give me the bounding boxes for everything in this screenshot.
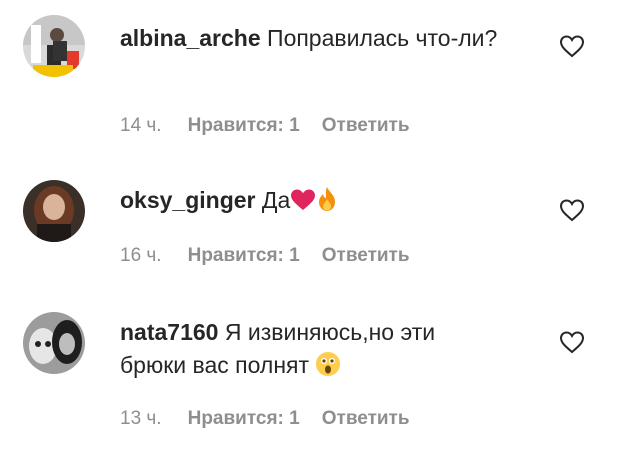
likes-count[interactable]: Нравится: 1 (188, 115, 300, 136)
red-heart-emoji-icon (291, 189, 316, 210)
like-heart-icon[interactable] (559, 330, 585, 354)
comment-body: oksy_ginger Да (120, 184, 540, 217)
comment-body: nata7160 Я извиняюсь,но эти брюки вас по… (120, 316, 490, 382)
reply-button[interactable]: Ответить (322, 408, 410, 429)
comment-time[interactable]: 16 ч. (120, 245, 162, 266)
likes-count[interactable]: Нравится: 1 (188, 245, 300, 266)
avatar-photo-icon (23, 15, 85, 77)
fire-emoji-icon (319, 187, 336, 211)
comment-item: nata7160 Я извиняюсь,но эти брюки вас по… (0, 300, 620, 455)
like-heart-icon[interactable] (559, 198, 585, 222)
avatar-photo-icon (23, 312, 85, 374)
likes-count[interactable]: Нравится: 1 (188, 408, 300, 429)
reply-button[interactable]: Ответить (322, 115, 410, 136)
comment-username[interactable]: albina_arche (120, 25, 261, 51)
comment-time[interactable]: 14 ч. (120, 115, 162, 136)
avatar[interactable] (23, 15, 85, 77)
comment-meta: 16 ч. Нравится: 1 Ответить (120, 245, 410, 267)
avatar-photo-icon (23, 180, 85, 242)
avatar[interactable] (23, 180, 85, 242)
avatar[interactable] (23, 312, 85, 374)
comment-text: Поправилась что-ли? (267, 25, 498, 51)
comment-meta: 13 ч. Нравится: 1 Ответить (120, 408, 410, 430)
comment-body: albina_arche Поправилась что-ли? (120, 22, 520, 55)
comment-text: Да (261, 187, 291, 213)
comment-meta: 14 ч. Нравится: 1 Ответить (120, 115, 410, 137)
comment-item: oksy_ginger Да 16 ч. Нравится: 1 Ответить (0, 170, 620, 290)
comment-username[interactable]: oksy_ginger (120, 187, 256, 213)
comment-item: albina_arche Поправилась что-ли? 14 ч. Нр… (0, 0, 620, 160)
comment-username[interactable]: nata7160 (120, 319, 218, 345)
comment-time[interactable]: 13 ч. (120, 408, 162, 429)
reply-button[interactable]: Ответить (322, 245, 410, 266)
astonished-face-emoji-icon (316, 352, 341, 376)
like-heart-icon[interactable] (559, 34, 585, 58)
